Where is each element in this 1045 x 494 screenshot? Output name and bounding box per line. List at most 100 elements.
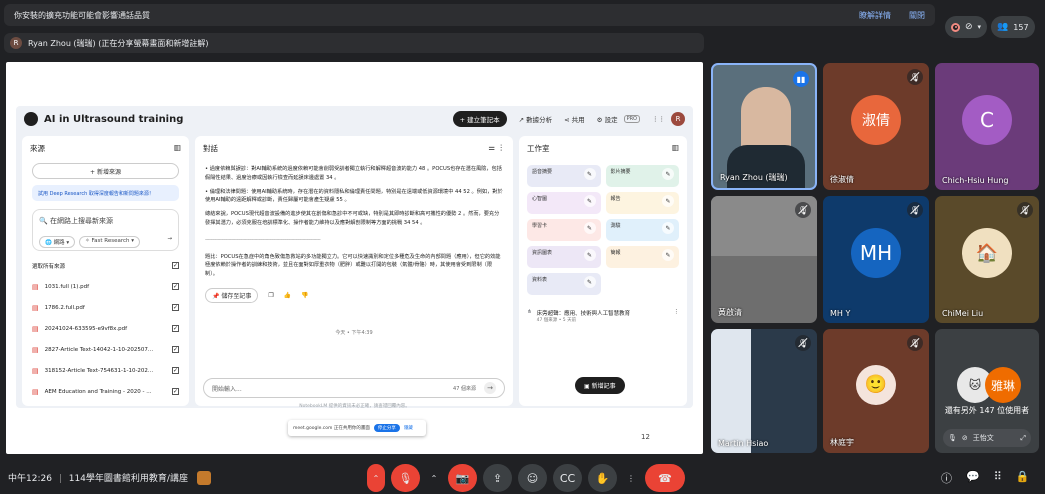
source-checkbox[interactable]: ✓ (172, 283, 179, 290)
studio-tile[interactable]: 簡報 ✎ (605, 246, 679, 268)
mic-options-button[interactable]: ⌃ (367, 464, 385, 492)
fast-research-chip[interactable]: ✧ Fast Research ▾ (79, 236, 141, 248)
source-item[interactable]: ▤ 20241024-633595-e9vf8x.pdf ✓ (22, 318, 189, 339)
note-title: 床旁超聲：應用、技術與人工智慧教育 (536, 311, 631, 317)
more-vert-icon[interactable]: ⋮ (674, 309, 680, 323)
add-note-button[interactable]: ▣ 新增記事 (575, 377, 625, 394)
participant-tile-martin[interactable]: 🎙 Martin Hsiao (711, 329, 817, 453)
more-participants-tile[interactable]: 🐱 雅琳 還有另外 147 位使用者 🎙 ⊘ 王怡文 ⤢ (935, 329, 1039, 453)
collapse-panel-icon[interactable]: ▥ (672, 143, 679, 154)
raise-hand-button[interactable]: ✋ (588, 464, 617, 492)
saved-note[interactable]: ⋔ 床旁超聲：應用、技術與人工智慧教育 47 個來源 • 5 天前 ⋮ (527, 309, 679, 323)
pro-badge: PRO (623, 115, 640, 123)
share-button[interactable]: ⋖ 共用 (564, 114, 585, 124)
present-button[interactable]: ⇪ (483, 464, 512, 492)
leave-call-button[interactable]: ☎ (645, 464, 685, 492)
edit-icon[interactable]: ✎ (662, 195, 674, 207)
source-item[interactable]: ▤ AEM Education and Training - 2020 - ...… (22, 381, 189, 402)
studio-tile[interactable]: 心智圖 ✎ (527, 192, 601, 214)
analytics-button[interactable]: ↗ 數據分析 (519, 114, 553, 124)
edit-icon[interactable]: ✎ (662, 222, 674, 234)
camera-off-icon: ⊘ (961, 434, 968, 442)
host-controls-icon[interactable]: 🔒 (1016, 470, 1030, 486)
account-avatar[interactable]: R (671, 112, 685, 126)
captions-off-icon[interactable]: ⊘ (965, 22, 973, 32)
hide-button[interactable]: 隱藏 (404, 425, 413, 431)
settings-button[interactable]: ⚙ 設定 (597, 114, 618, 124)
learn-more-link[interactable]: 瞭解詳情 (859, 10, 891, 21)
search-submit-icon[interactable]: → (167, 236, 172, 248)
participant-name: 徐淑倩 (830, 175, 854, 184)
participant-avatar: 雅琳 (985, 367, 1021, 403)
participant-tile-chimei[interactable]: 🏠 🎙 ChiMei Liu (935, 196, 1039, 323)
studio-tile[interactable]: 資料表 ✎ (527, 273, 601, 295)
mic-off-icon: 🎙 (795, 202, 811, 218)
source-item[interactable]: ▤ 318152-Article Text-754631-1-10-202... ✓ (22, 360, 189, 381)
studio-tile[interactable]: 影片摘要 ✎ (605, 165, 679, 187)
select-all-row[interactable]: 選取所有來源 ✓ (22, 255, 189, 276)
camera-options-button[interactable]: ⌃ (426, 464, 442, 492)
save-to-note-button[interactable]: 📌 儲存至記事 (205, 287, 259, 303)
stop-sharing-button[interactable]: 停止分享 (373, 424, 400, 432)
source-checkbox[interactable]: ✓ (172, 304, 179, 311)
add-source-button[interactable]: + 新增來源 (32, 163, 179, 179)
studio-tile[interactable]: 資訊圖表 ✎ (527, 246, 601, 268)
mic-off-icon: 🎙 (1017, 202, 1033, 218)
participant-tile-huang[interactable]: 🎙 黃啟清 (711, 196, 817, 323)
search-input[interactable]: 🔍 在網路上搜尋新來源 (39, 216, 172, 226)
source-item[interactable]: ▤ 1031.full (1).pdf ✓ (22, 276, 189, 297)
analytics-label: 數據分析 (526, 116, 553, 124)
source-checkbox[interactable]: ✓ (172, 346, 179, 353)
edit-icon[interactable]: ✎ (583, 249, 596, 261)
send-icon[interactable]: → (484, 382, 496, 394)
select-all-checkbox[interactable]: ✓ (172, 262, 179, 269)
edit-icon[interactable]: ✎ (583, 195, 596, 207)
source-checkbox[interactable]: ✓ (172, 388, 179, 395)
chat-icon[interactable]: 💬 (966, 470, 980, 486)
studio-tile[interactable]: 測驗 ✎ (605, 219, 679, 241)
participant-tile-chich[interactable]: C Chich-Hsiu Hung (935, 63, 1039, 190)
source-item[interactable]: ▤ 1786.2.full.pdf ✓ (22, 297, 189, 318)
source-checkbox[interactable]: ✓ (172, 367, 179, 374)
participant-tile-ryan[interactable]: ▮▮ Ryan Zhou (瑞瑞) (711, 63, 817, 190)
thumbs-up-icon[interactable]: 👍 (284, 292, 291, 299)
thumbs-down-icon[interactable]: 👎 (301, 292, 308, 299)
recording-controls[interactable]: ⊘ ▾ (945, 16, 988, 38)
participant-tile-hsu[interactable]: 淑倩 🎙 徐淑倩 (823, 63, 929, 190)
info-icon[interactable]: ⓘ (941, 470, 952, 486)
apps-grid-icon[interactable]: ⋮⋮ (652, 115, 665, 123)
other-participant: 🎙 ⊘ 王怡文 ⤢ (943, 429, 1031, 447)
edit-icon[interactable]: ✎ (583, 168, 596, 180)
source-item[interactable]: ▤ 2827-Article Text-14042-1-10-202507... ✓ (22, 339, 189, 360)
banner-close-button[interactable]: 關閉 (909, 10, 925, 21)
studio-tile[interactable]: 報告 ✎ (605, 192, 679, 214)
edit-icon[interactable]: ✎ (583, 222, 596, 234)
participant-tile-lin[interactable]: 🙂 🎙 林庭宇 (823, 329, 929, 453)
studio-tile[interactable]: 語音摘要 ✎ (527, 165, 601, 187)
create-notebook-button[interactable]: + 建立筆記本 (452, 111, 507, 127)
more-options-button[interactable]: ⋮ (623, 464, 639, 492)
source-checkbox[interactable]: ✓ (172, 325, 179, 332)
edit-icon[interactable]: ✎ (583, 276, 596, 288)
expand-icon[interactable]: ⤢ (1020, 434, 1026, 443)
chat-input[interactable]: 開始輸入... 47 個來源 → (203, 378, 505, 398)
web-search-box[interactable]: 🔍 在網路上搜尋新來源 🌐 網路 ▾ ✧ Fast Research ▾ → (32, 209, 179, 251)
collapse-panel-icon[interactable]: ▥ (174, 143, 181, 154)
chevron-down-icon[interactable]: ▾ (978, 23, 982, 31)
edit-icon[interactable]: ✎ (662, 168, 674, 180)
deep-research-banner[interactable]: 試用 Deep Research 取得深度報告和新問題來源！ (32, 185, 179, 201)
copy-icon[interactable]: ❐ (268, 292, 273, 299)
emoji-button[interactable]: ☺ (518, 464, 547, 492)
web-chip[interactable]: 🌐 網路 ▾ (39, 236, 76, 248)
sources-header: 來源 (30, 144, 45, 153)
shared-screen[interactable]: AI in Ultrasound training + 建立筆記本 ↗ 數據分析… (6, 62, 703, 454)
activities-icon[interactable]: ⠿ (994, 470, 1002, 486)
mic-off-button[interactable]: 🎙 (391, 464, 420, 492)
participants-button[interactable]: 👥 157 (991, 16, 1035, 38)
chat-options-icon[interactable]: ⚌ ⋮ (488, 143, 505, 154)
studio-tile[interactable]: 學習卡 ✎ (527, 219, 601, 241)
edit-icon[interactable]: ✎ (662, 249, 674, 261)
captions-button[interactable]: CC (553, 464, 582, 492)
participant-tile-mhy[interactable]: MH 🎙 MH Y (823, 196, 929, 323)
camera-off-button[interactable]: 📷 (448, 464, 477, 492)
